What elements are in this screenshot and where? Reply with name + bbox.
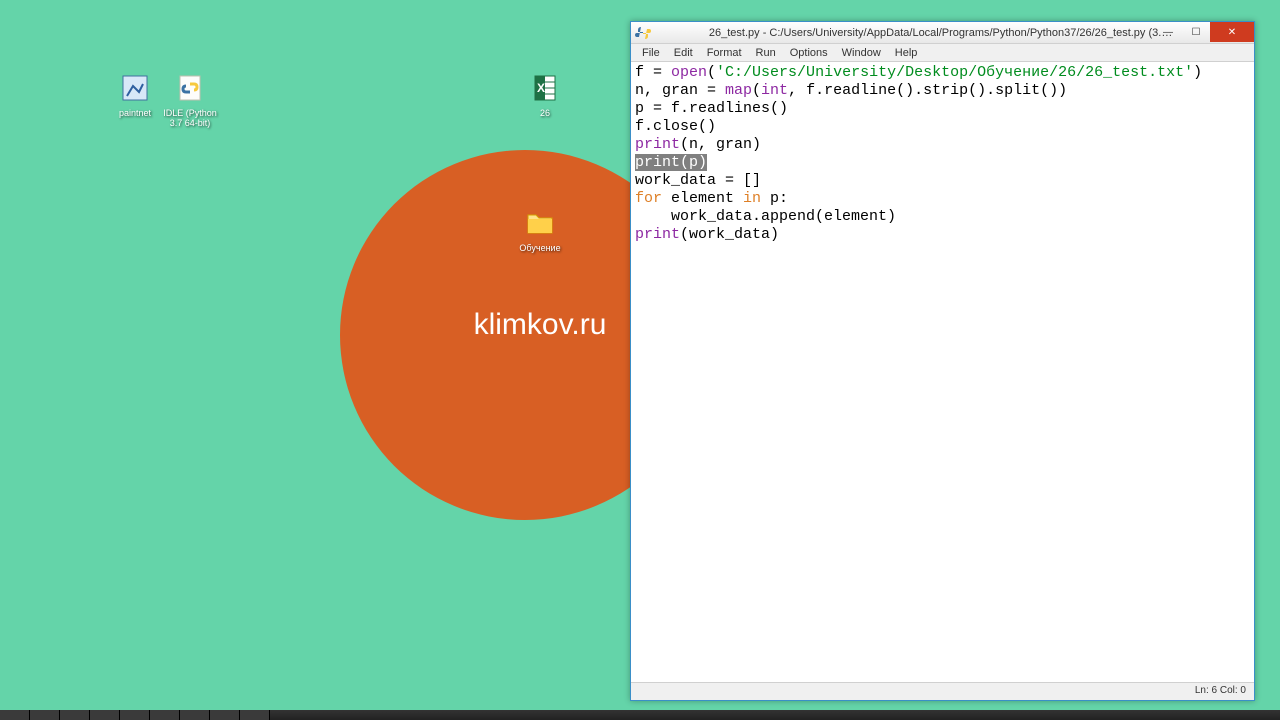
desktop-icon-folder[interactable]: Обучение bbox=[510, 205, 570, 254]
selected-code: print(p) bbox=[635, 154, 707, 171]
desktop-icon-paintnet[interactable]: paintnet bbox=[105, 70, 165, 119]
menu-edit[interactable]: Edit bbox=[667, 46, 700, 60]
taskbar-item[interactable] bbox=[180, 710, 210, 720]
folder-icon bbox=[522, 205, 558, 241]
code-editor[interactable]: f = open('C:/Users/University/Desktop/Об… bbox=[631, 62, 1254, 682]
menu-file[interactable]: File bbox=[635, 46, 667, 60]
maximize-button[interactable]: ☐ bbox=[1182, 22, 1210, 42]
taskbar-item[interactable] bbox=[60, 710, 90, 720]
menubar: File Edit Format Run Options Window Help bbox=[631, 44, 1254, 62]
close-button[interactable]: ✕ bbox=[1210, 22, 1254, 42]
taskbar[interactable] bbox=[0, 710, 1280, 720]
menu-window[interactable]: Window bbox=[835, 46, 888, 60]
menu-run[interactable]: Run bbox=[749, 46, 783, 60]
taskbar-item[interactable] bbox=[120, 710, 150, 720]
taskbar-item[interactable] bbox=[30, 710, 60, 720]
menu-format[interactable]: Format bbox=[700, 46, 749, 60]
taskbar-item[interactable] bbox=[90, 710, 120, 720]
desktop-icon-excel[interactable]: X 26 bbox=[515, 70, 575, 119]
taskbar-item[interactable] bbox=[210, 710, 240, 720]
idle-editor-window: 26_test.py - C:/Users/University/AppData… bbox=[630, 21, 1255, 701]
menu-help[interactable]: Help bbox=[888, 46, 925, 60]
file-icon: X bbox=[527, 70, 563, 106]
taskbar-item[interactable] bbox=[150, 710, 180, 720]
wallpaper-brand-text: klimkov.ru bbox=[474, 308, 607, 342]
window-controls: — ☐ ✕ bbox=[1154, 22, 1254, 42]
cursor-position: Ln: 6 Col: 0 bbox=[1195, 685, 1246, 696]
python-icon bbox=[635, 25, 651, 41]
app-icon bbox=[117, 70, 153, 106]
svg-text:X: X bbox=[537, 81, 545, 95]
minimize-button[interactable]: — bbox=[1154, 22, 1182, 42]
titlebar[interactable]: 26_test.py - C:/Users/University/AppData… bbox=[631, 22, 1254, 44]
icon-label: paintnet bbox=[105, 109, 165, 119]
statusbar: Ln: 6 Col: 0 bbox=[631, 682, 1254, 700]
desktop-icon-idle[interactable]: IDLE (Python 3.7 64-bit) bbox=[160, 70, 220, 129]
desktop[interactable]: klimkov.ru paintnet IDLE (Python 3.7 64-… bbox=[0, 0, 1280, 720]
window-title: 26_test.py - C:/Users/University/AppData… bbox=[709, 27, 1176, 39]
taskbar-item[interactable] bbox=[0, 710, 30, 720]
icon-label: Обучение bbox=[510, 244, 570, 254]
taskbar-item[interactable] bbox=[240, 710, 270, 720]
menu-options[interactable]: Options bbox=[783, 46, 835, 60]
icon-label: IDLE (Python 3.7 64-bit) bbox=[160, 109, 220, 129]
app-icon bbox=[172, 70, 208, 106]
icon-label: 26 bbox=[515, 109, 575, 119]
